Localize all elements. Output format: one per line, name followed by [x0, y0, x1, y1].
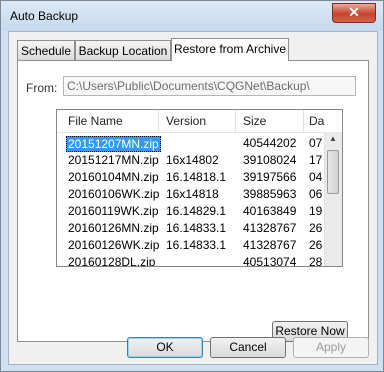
file-name-cell: 20160106WK.zip — [68, 187, 160, 201]
scrollbar-thumb[interactable] — [327, 150, 339, 194]
size-cell: 41328767 — [243, 221, 297, 235]
version-cell: 16.14829.1 — [166, 204, 227, 218]
date-cell: 26 — [309, 238, 323, 252]
date-cell: 04 — [309, 170, 323, 184]
scroll-up-arrow-icon[interactable]: ▲ — [329, 134, 337, 143]
title-bar[interactable]: Auto Backup ✕ — [1, 1, 383, 31]
window-title: Auto Backup — [10, 9, 79, 23]
date-cell: 07 — [309, 136, 323, 150]
cancel-button[interactable]: Cancel — [210, 337, 286, 358]
tab-schedule[interactable]: Schedule — [17, 40, 75, 60]
file-name-cell: 20151217MN.zip — [68, 153, 159, 167]
apply-button[interactable]: Apply — [293, 337, 369, 358]
size-cell: 40163849 — [243, 204, 297, 218]
dialog-client-area: Schedule Backup Location Restore from Ar… — [8, 31, 378, 365]
restore-tab-panel: From: C:\Users\Public\Documents\CQGNet\B… — [17, 60, 369, 342]
table-row[interactable]: 20160119WK.zip 16.14829.1 40163849 19 — [57, 202, 327, 219]
date-cell: 26 — [309, 221, 323, 235]
column-header-size[interactable]: Size — [243, 114, 266, 128]
size-cell: 39108024 — [243, 153, 297, 167]
version-cell: 16.14833.1 — [166, 238, 227, 252]
version-cell: 16x14818 — [166, 187, 219, 201]
version-cell: 16.14818.1 — [166, 170, 227, 184]
column-divider[interactable] — [235, 110, 236, 132]
tab-restore-from-archive[interactable]: Restore from Archive — [171, 38, 289, 61]
from-path-field[interactable]: C:\Users\Public\Documents\CQGNet\Backup\ — [63, 76, 356, 96]
date-cell: 17 — [309, 153, 323, 167]
ok-button[interactable]: OK — [127, 337, 203, 358]
table-row[interactable]: 20160126MN.zip 16.14833.1 41328767 26 — [57, 219, 327, 236]
column-divider[interactable] — [158, 110, 159, 132]
table-row[interactable]: 20151207MN.zip 40544202 07 — [57, 134, 327, 152]
close-icon: ✕ — [348, 4, 360, 20]
table-row[interactable]: 20160104MN.zip 16.14818.1 39197566 04 — [57, 168, 327, 185]
table-row[interactable]: 20160126WK.zip 16.14833.1 41328767 26 — [57, 236, 327, 253]
size-cell: 40513074 — [243, 255, 297, 267]
close-button[interactable]: ✕ — [332, 3, 376, 23]
file-name-cell: 20160104MN.zip — [68, 170, 159, 184]
table-row[interactable]: 20160106WK.zip 16x14818 39885963 06 — [57, 185, 327, 202]
tab-backup-location[interactable]: Backup Location — [75, 40, 171, 60]
file-name-cell: 20160126WK.zip — [68, 238, 160, 252]
date-cell: 28 — [309, 255, 323, 267]
column-divider[interactable] — [303, 110, 304, 132]
version-cell: 16x14802 — [166, 153, 219, 167]
table-row[interactable]: 20160128DL.zip 40513074 28 — [57, 253, 327, 267]
column-header-date[interactable]: Da — [309, 114, 324, 128]
vertical-scrollbar[interactable]: ▲ — [324, 132, 342, 266]
table-row[interactable]: 20151217MN.zip 16x14802 39108024 17 — [57, 151, 327, 168]
auto-backup-dialog: Auto Backup ✕ Schedule Backup Location R… — [0, 0, 384, 372]
date-cell: 19 — [309, 204, 323, 218]
column-header-file-name[interactable]: File Name — [68, 114, 123, 128]
size-cell: 40544202 — [243, 136, 297, 150]
file-name-cell: 20160119WK.zip — [68, 204, 159, 218]
date-cell: 06 — [309, 187, 323, 201]
list-header: File Name Version Size Da — [57, 110, 342, 133]
file-name-cell: 20160128DL.zip — [68, 255, 156, 267]
from-label: From: — [26, 81, 58, 95]
version-cell: 16.14833.1 — [166, 221, 227, 235]
column-header-version[interactable]: Version — [166, 114, 206, 128]
file-name-cell: 20160126MN.zip — [68, 221, 159, 235]
size-cell: 39885963 — [243, 187, 297, 201]
file-name-cell: 20151207MN.zip — [66, 136, 161, 152]
size-cell: 41328767 — [243, 238, 297, 252]
size-cell: 39197566 — [243, 170, 297, 184]
archive-file-list[interactable]: File Name Version Size Da 20151207MN.zip… — [56, 109, 343, 267]
